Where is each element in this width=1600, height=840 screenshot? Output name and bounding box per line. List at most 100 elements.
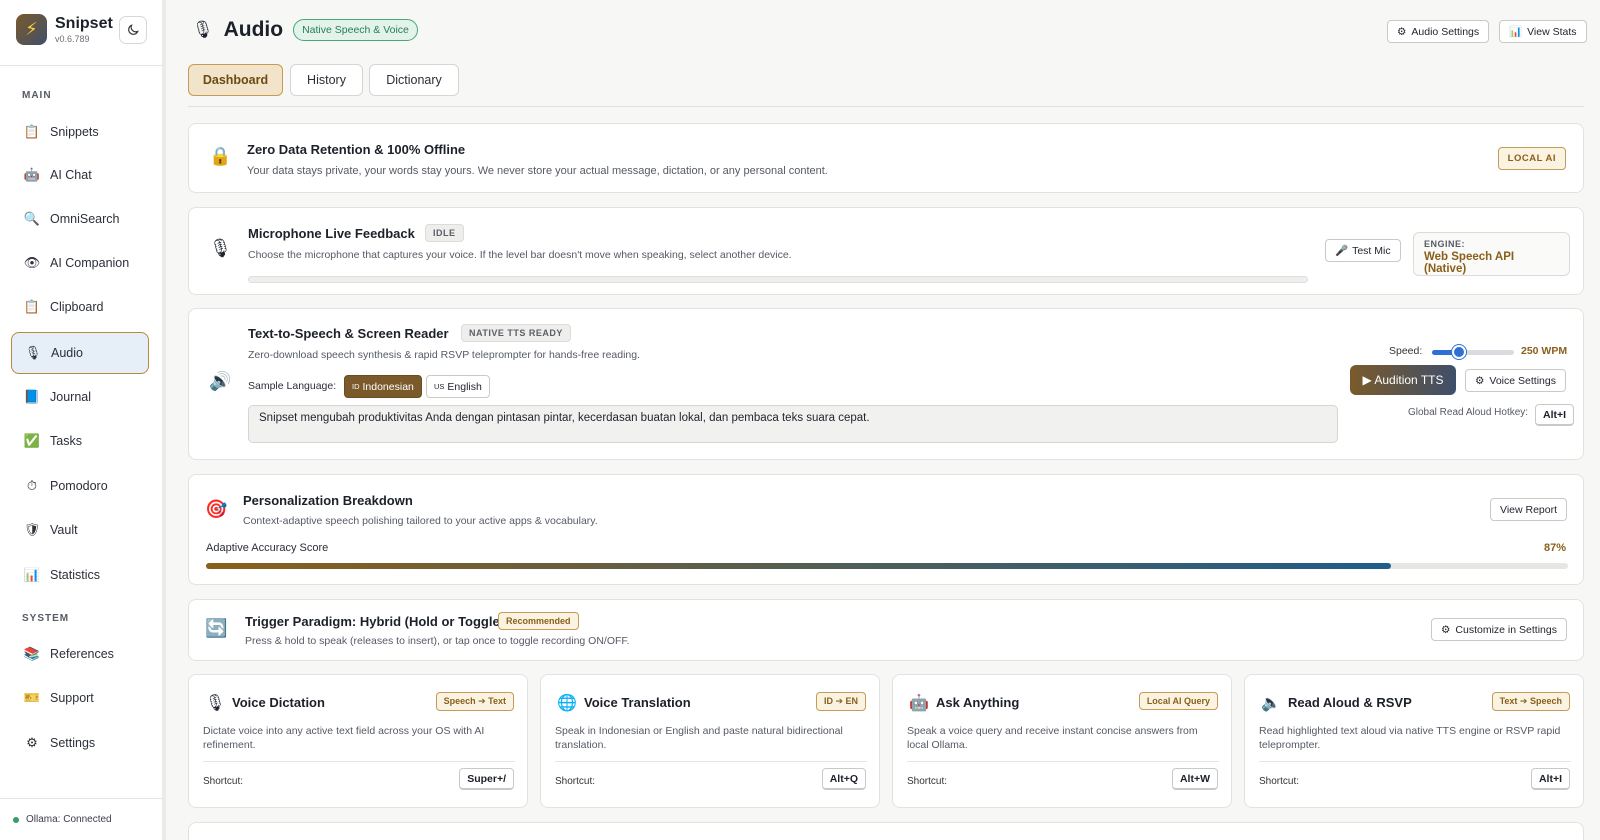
voice-settings-button[interactable]: ⚙ Voice Settings <box>1465 369 1566 392</box>
sidebar: ⚡ Snipset v0.6.789 MAIN 📋 Snippets 🤖 AI … <box>0 0 166 840</box>
personalization-card: 🎯 Personalization Breakdown Context-adap… <box>188 474 1584 585</box>
section-label-main: MAIN <box>22 90 52 101</box>
theme-toggle-button[interactable] <box>119 16 147 44</box>
sidebar-item-clipboard[interactable]: 📋 Clipboard <box>11 287 149 327</box>
engine-value: Web Speech API (Native) <box>1424 251 1515 275</box>
microphone-icon: 🎙 <box>205 695 226 712</box>
clipboard-icon: 📋 <box>23 299 41 314</box>
tab-history[interactable]: History <box>290 64 363 96</box>
tab-dashboard[interactable]: Dashboard <box>188 64 283 96</box>
lock-icon: 🔒 <box>209 146 232 166</box>
speed-slider-thumb[interactable] <box>1452 345 1467 359</box>
feature-description: Speak a voice query and receive instant … <box>907 725 1198 751</box>
next-card-partial <box>188 822 1584 840</box>
brand[interactable]: ⚡ Snipset v0.6.789 <box>16 14 113 45</box>
sidebar-item-label: Vault <box>50 523 78 537</box>
sidebar-item-journal[interactable]: 📘 Journal <box>11 377 149 417</box>
sidebar-item-label: OmniSearch <box>50 212 120 226</box>
engine-label: ENGINE: <box>1424 239 1466 249</box>
sidebar-item-label: Clipboard <box>50 300 104 314</box>
lang-indonesian-button[interactable]: ID Indonesian <box>344 375 422 398</box>
view-report-button[interactable]: View Report <box>1490 498 1568 521</box>
local-ai-badge: LOCAL AI <box>1497 147 1566 170</box>
shortcut-key[interactable]: Alt+Q <box>821 768 866 790</box>
mic-status-text: IDLE <box>425 224 464 242</box>
feature-badge-text: Local AI Query <box>1138 692 1218 710</box>
audition-tts-button[interactable]: ▶ Audition TTS <box>1350 365 1456 395</box>
notepad-icon: 📋 <box>23 124 41 139</box>
read-aloud-hotkey[interactable]: Alt+I <box>1535 404 1575 426</box>
sidebar-item-snippets[interactable]: 📋 Snippets <box>11 112 149 152</box>
privacy-card: 🔒 Zero Data Retention & 100% Offline You… <box>188 123 1584 193</box>
sidebar-item-audio[interactable]: 🎙 Audio <box>11 332 149 374</box>
lang-english-button[interactable]: US English <box>426 375 490 398</box>
audio-settings-label: Audio Settings <box>1411 25 1480 38</box>
personalization-subtitle: Context-adaptive speech polishing tailor… <box>243 515 598 527</box>
sidebar-item-tasks[interactable]: ✅ Tasks <box>11 421 149 461</box>
feature-card-ask-anything[interactable]: 🤖 Ask Anything Local AI Query Speak a vo… <box>892 674 1232 808</box>
section-label-system: SYSTEM <box>22 613 70 624</box>
sample-text-area[interactable]: Snipset mengubah produktivitas Anda deng… <box>248 405 1338 443</box>
tab-dictionary[interactable]: Dictionary <box>369 64 459 96</box>
feature-card-voice-translation[interactable]: 🌐 Voice Translation ID ➔ EN Speak in Ind… <box>540 674 880 808</box>
app-version: v0.6.789 <box>55 33 90 44</box>
feature-divider <box>907 761 1219 762</box>
refresh-icon: 🔄 <box>205 618 228 638</box>
speed-slider[interactable] <box>1432 345 1514 359</box>
sidebar-divider <box>0 65 162 66</box>
microphone-icon: 🎙 <box>192 20 214 39</box>
trigger-card: 🔄 Trigger Paradigm: Hybrid (Hold or Togg… <box>188 599 1584 661</box>
lang-id-code: ID <box>352 382 360 391</box>
feature-description: Speak in Indonesian or English and paste… <box>555 725 843 751</box>
sidebar-item-references[interactable]: 📚 References <box>11 634 149 674</box>
customize-settings-label: Customize in Settings <box>1455 623 1557 636</box>
feature-divider <box>203 761 515 762</box>
speed-value: 250 WPM <box>1521 345 1568 357</box>
stopwatch-icon: ⏱ <box>26 478 38 493</box>
sidebar-item-support[interactable]: 🎫 Support <box>11 678 149 718</box>
shortcut-label: Shortcut: <box>203 776 244 787</box>
shortcut-key[interactable]: Super+/ <box>459 768 514 790</box>
mic-card: 🎙 Microphone Live Feedback IDLE Choose t… <box>188 207 1584 295</box>
sidebar-item-label: AI Chat <box>50 168 92 182</box>
sidebar-item-label: Pomodoro <box>50 479 108 493</box>
shortcut-key[interactable]: Alt+I <box>1530 768 1570 790</box>
shortcut-label: Shortcut: <box>1259 776 1300 787</box>
lightning-icon: ⚡ <box>16 14 47 45</box>
feature-badge-text: Text ➔ Speech <box>1491 692 1570 711</box>
sidebar-item-vault[interactable]: 🛡 Vault <box>11 510 149 550</box>
header-divider <box>188 106 1584 107</box>
feature-card-read-aloud[interactable]: 🔈 Read Aloud & RSVP Text ➔ Speech Read h… <box>1244 674 1584 808</box>
accuracy-label: Adaptive Accuracy Score <box>206 542 329 554</box>
shortcut-label: Shortcut: <box>907 776 948 787</box>
shortcut-key[interactable]: Alt+W <box>1171 768 1218 790</box>
view-stats-button[interactable]: 📊 View Stats <box>1499 20 1587 43</box>
sidebar-item-label: Journal <box>50 390 91 404</box>
feature-title: Voice Dictation <box>232 695 325 710</box>
sidebar-item-omnisearch[interactable]: 🔍 OmniSearch <box>11 199 149 239</box>
voice-settings-label: Voice Settings <box>1489 374 1556 387</box>
tts-subtitle: Zero-download speech synthesis & rapid R… <box>248 349 641 361</box>
privacy-title: Zero Data Retention & 100% Offline <box>247 142 466 157</box>
customize-settings-button[interactable]: ⚙ Customize in Settings <box>1431 618 1567 641</box>
feature-description: Read highlighted text aloud via native T… <box>1259 725 1561 751</box>
feature-title: Read Aloud & RSVP <box>1288 695 1412 710</box>
feature-card-voice-dictation[interactable]: 🎙 Voice Dictation Speech ➔ Text Dictate … <box>188 674 528 808</box>
sidebar-item-statistics[interactable]: 📊 Statistics <box>11 555 149 595</box>
microphone-icon: 🎙 <box>209 238 232 258</box>
bar-chart-icon: 📊 <box>1509 26 1523 38</box>
feature-badge: Text ➔ Speech <box>1491 692 1570 711</box>
audio-settings-button[interactable]: ⚙ Audio Settings <box>1387 20 1490 43</box>
sidebar-item-ai-companion[interactable]: 👁 AI Companion <box>11 243 149 283</box>
sidebar-item-settings[interactable]: ⚙ Settings <box>11 723 149 763</box>
target-icon: 🎯 <box>205 499 228 519</box>
feature-title: Voice Translation <box>584 695 691 710</box>
gear-icon: ⚙ <box>1397 25 1407 38</box>
test-mic-button[interactable]: 🎤 Test Mic <box>1325 239 1401 262</box>
sidebar-item-ai-chat[interactable]: 🤖 AI Chat <box>11 155 149 195</box>
shield-icon: 🛡 <box>23 522 41 537</box>
sidebar-item-label: Support <box>50 691 94 705</box>
gear-icon: ⚙ <box>1475 374 1485 387</box>
sidebar-item-label: References <box>50 647 114 661</box>
sidebar-item-pomodoro[interactable]: ⏱ Pomodoro <box>11 466 149 506</box>
